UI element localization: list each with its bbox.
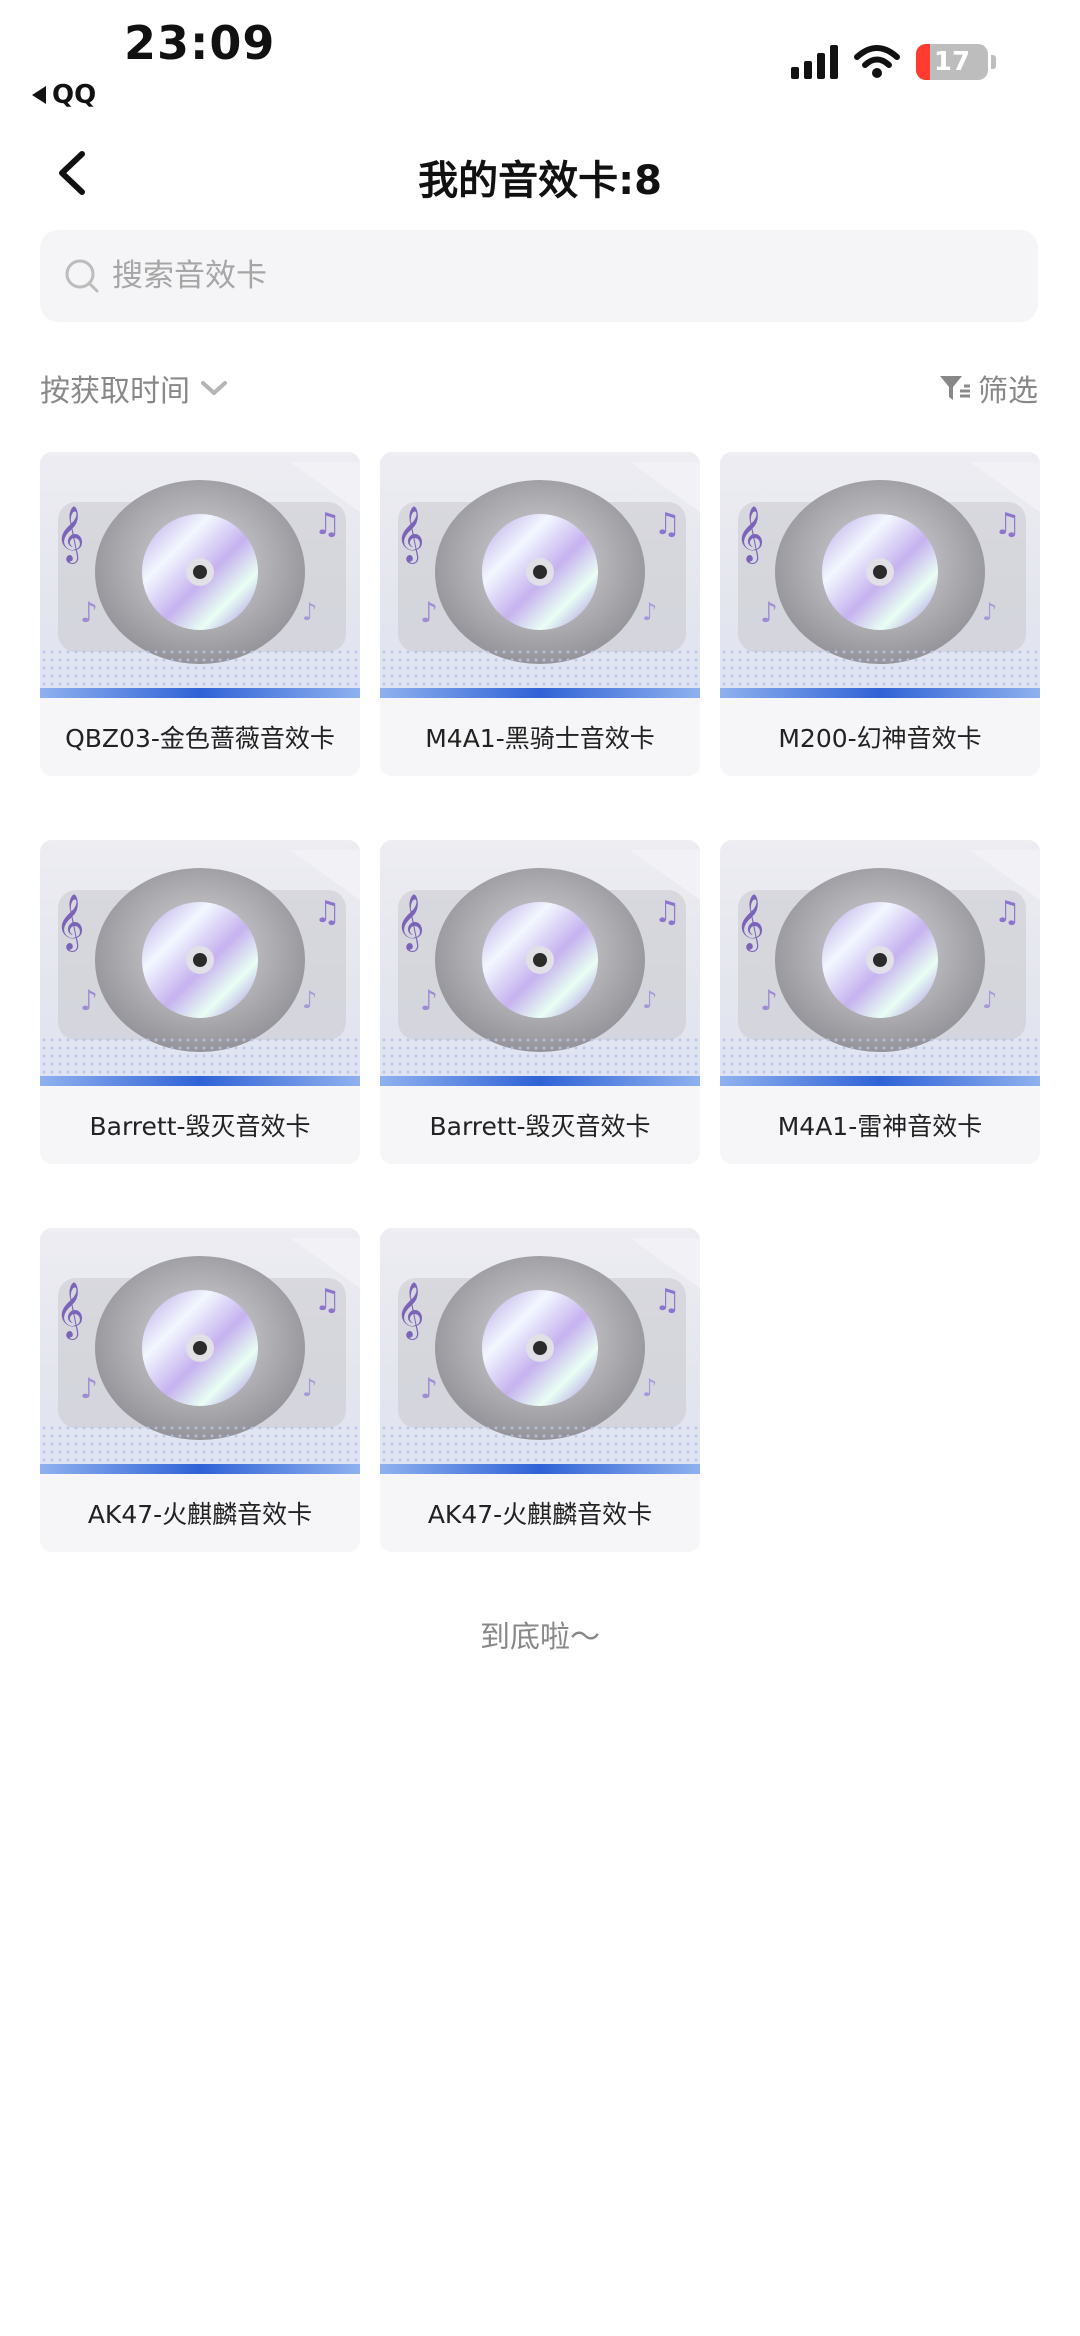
search-icon (65, 259, 99, 293)
svg-text:♪: ♪ (982, 986, 997, 1014)
sound-card-name: M200-幻神音效卡 (778, 724, 982, 753)
svg-text:𝄞: 𝄞 (736, 506, 764, 564)
svg-text:♫: ♫ (314, 1283, 341, 1318)
sound-card-name: Barrett-毁灭音效卡 (89, 1112, 311, 1141)
svg-text:♫: ♫ (314, 895, 341, 930)
svg-text:♪: ♪ (302, 1374, 317, 1402)
status-indicators: 17 (791, 44, 996, 80)
svg-text:♪: ♪ (420, 984, 438, 1017)
svg-text:♪: ♪ (80, 984, 98, 1017)
sound-card-image: 𝄞 ♫ ♪ ♪ (40, 452, 360, 698)
back-triangle-icon (32, 86, 46, 104)
sound-card-image: 𝄞 ♫ ♪ ♪ (380, 1228, 700, 1474)
svg-text:♪: ♪ (760, 984, 778, 1017)
filter-button[interactable]: 筛选 (938, 366, 1038, 410)
sound-card-image: 𝄞 ♫ ♪ ♪ (380, 452, 700, 698)
filter-icon (940, 376, 970, 400)
svg-text:♪: ♪ (420, 596, 438, 629)
svg-text:♫: ♫ (654, 1283, 681, 1318)
chevron-down-icon (201, 381, 227, 395)
filter-label: 筛选 (978, 374, 1038, 409)
sound-card[interactable]: 𝄞 ♫ ♪ ♪ M4A1-雷神音效卡 (720, 840, 1040, 1164)
svg-text:𝄞: 𝄞 (56, 894, 84, 952)
svg-text:♪: ♪ (982, 598, 997, 626)
sound-card[interactable]: 𝄞 ♫ ♪ ♪ M200-幻神音效卡 (720, 452, 1040, 776)
sound-card[interactable]: 𝄞 ♫ ♪ ♪ QBZ03-金色蔷薇音效卡 (40, 452, 360, 776)
status-time: 23:09 (124, 16, 276, 70)
battery-indicator: 17 (916, 44, 988, 80)
svg-text:♫: ♫ (994, 507, 1021, 542)
svg-text:♫: ♫ (314, 507, 341, 542)
svg-text:♪: ♪ (642, 598, 657, 626)
sound-card-image: 𝄞 ♫ ♪ ♪ (40, 1228, 360, 1474)
battery-level: 17 (933, 47, 971, 77)
svg-text:𝄞: 𝄞 (396, 894, 424, 952)
search-input[interactable] (110, 257, 974, 295)
svg-text:♪: ♪ (302, 598, 317, 626)
sound-card[interactable]: 𝄞 ♫ ♪ ♪ Barrett-毁灭音效卡 (380, 840, 700, 1164)
svg-text:𝄞: 𝄞 (736, 894, 764, 952)
sound-card-name: Barrett-毁灭音效卡 (429, 1112, 651, 1141)
svg-text:♪: ♪ (80, 1372, 98, 1405)
svg-text:♫: ♫ (654, 895, 681, 930)
back-to-app-link[interactable]: QQ (32, 80, 96, 110)
sound-card-grid: 𝄞 ♫ ♪ ♪ QBZ03-金色蔷薇音效卡 𝄞 ♫ ♪ ♪ M4A1-黑骑士音效… (40, 452, 1040, 1552)
sort-label: 按获取时间 (40, 374, 190, 409)
sound-card[interactable]: 𝄞 ♫ ♪ ♪ AK47-火麒麟音效卡 (380, 1228, 700, 1552)
sound-card-image: 𝄞 ♫ ♪ ♪ (720, 452, 1040, 698)
svg-text:♪: ♪ (760, 596, 778, 629)
sound-card-image: 𝄞 ♫ ♪ ♪ (380, 840, 700, 1086)
sound-card-image: 𝄞 ♫ ♪ ♪ (720, 840, 1040, 1086)
sound-card-name: AK47-火麒麟音效卡 (427, 1500, 653, 1529)
svg-text:𝄞: 𝄞 (396, 506, 424, 564)
svg-text:♪: ♪ (642, 1374, 657, 1402)
svg-text:𝄞: 𝄞 (396, 1282, 424, 1340)
wifi-icon (854, 45, 900, 78)
svg-text:♫: ♫ (654, 507, 681, 542)
sound-card-name: M4A1-雷神音效卡 (777, 1112, 983, 1141)
svg-text:♪: ♪ (420, 1372, 438, 1405)
sound-card[interactable]: 𝄞 ♫ ♪ ♪ AK47-火麒麟音效卡 (40, 1228, 360, 1552)
sound-card-name: QBZ03-金色蔷薇音效卡 (65, 724, 335, 753)
svg-text:♪: ♪ (642, 986, 657, 1014)
svg-text:♪: ♪ (302, 986, 317, 1014)
svg-text:♫: ♫ (994, 895, 1021, 930)
sound-card-image: 𝄞 ♫ ♪ ♪ (40, 840, 360, 1086)
search-bar[interactable] (40, 230, 1038, 322)
svg-text:𝄞: 𝄞 (56, 506, 84, 564)
sound-card[interactable]: 𝄞 ♫ ♪ ♪ Barrett-毁灭音效卡 (40, 840, 360, 1164)
cellular-signal-icon (791, 45, 838, 79)
sort-dropdown[interactable]: 按获取时间 (40, 366, 228, 410)
sound-card-name: AK47-火麒麟音效卡 (87, 1500, 313, 1529)
sound-card[interactable]: 𝄞 ♫ ♪ ♪ M4A1-黑骑士音效卡 (380, 452, 700, 776)
sound-card-name: M4A1-黑骑士音效卡 (425, 724, 655, 753)
end-of-list-text: 到底啦～ (480, 1620, 600, 1655)
page-title: 我的音效卡:8 (418, 158, 662, 204)
svg-text:𝄞: 𝄞 (56, 1282, 84, 1340)
back-app-label: QQ (52, 80, 97, 110)
svg-text:♪: ♪ (80, 596, 98, 629)
